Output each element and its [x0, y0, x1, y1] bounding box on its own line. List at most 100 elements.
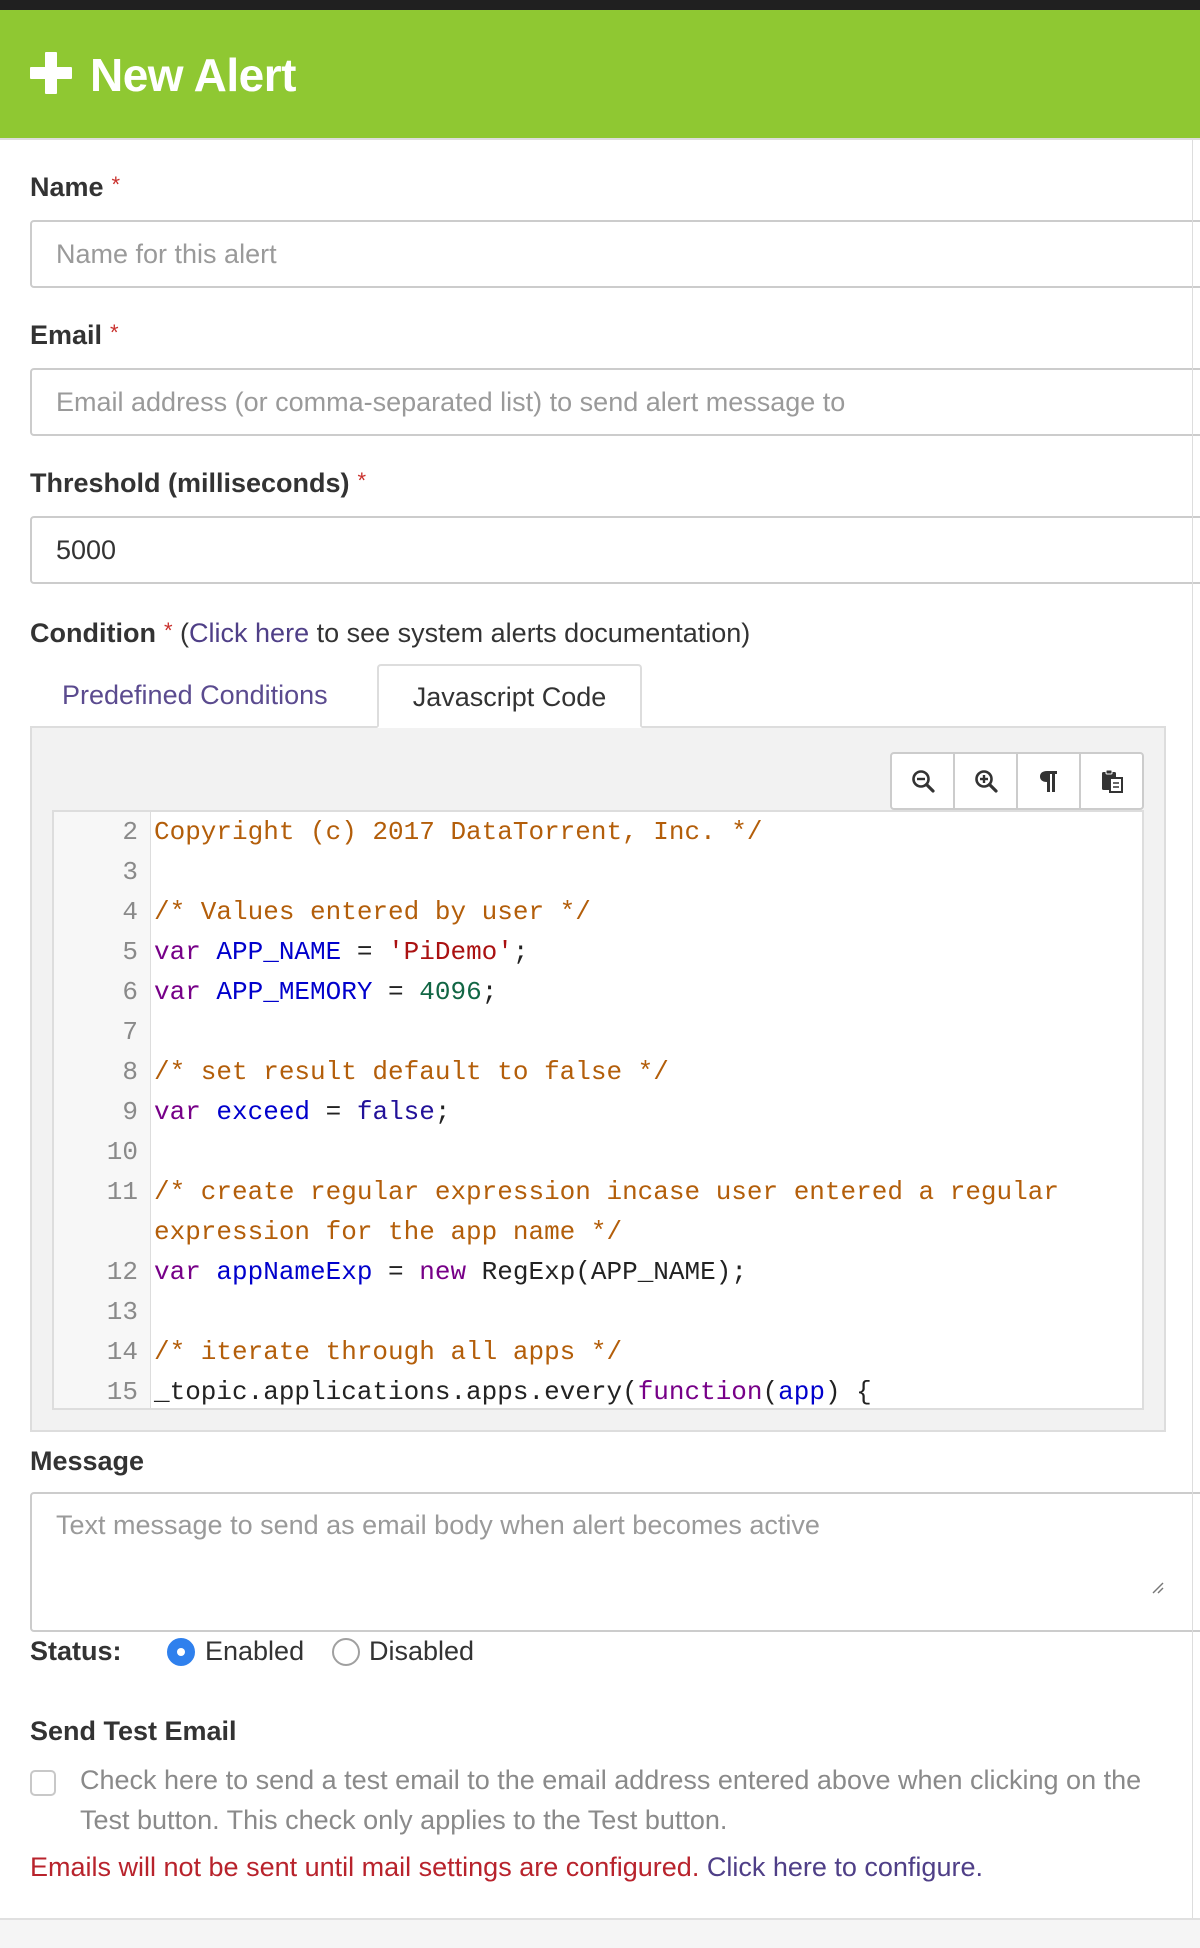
line-number: 13	[106, 1297, 138, 1327]
code-token: /* set result default to false */	[154, 1057, 669, 1087]
code-line: 7	[54, 1012, 1142, 1052]
code-token: var	[154, 1257, 201, 1287]
line-number: 12	[106, 1257, 138, 1287]
code-text: var appNameExp = new RegExp(APP_NAME);	[154, 1252, 747, 1292]
code-token: =	[372, 977, 420, 1007]
pilcrow-icon	[1039, 771, 1057, 792]
send-test-email-checkbox[interactable]	[30, 1770, 56, 1796]
condition-label: Condition * (Click here to see system ale…	[30, 618, 751, 648]
code-text: var APP_MEMORY = 4096;	[154, 972, 497, 1012]
code-line: expression for the app name */	[54, 1212, 1142, 1252]
code-line: 13	[54, 1292, 1142, 1332]
code-token: new	[419, 1257, 467, 1287]
code-line: 12 var appNameExp = new RegExp(APP_NAME);	[54, 1252, 1142, 1292]
code-line: 10	[54, 1132, 1142, 1172]
code-line: 11 /* create regular expression incase us…	[54, 1172, 1142, 1212]
line-number: 10	[106, 1137, 138, 1167]
code-text: var exceed = false;	[154, 1092, 450, 1132]
code-text: /* create regular expression incase user…	[154, 1172, 1059, 1212]
code-line: 2 Copyright (c) 2017 DataTorrent, Inc. */	[54, 812, 1142, 852]
code-token: ;	[434, 1097, 451, 1127]
line-number: 5	[122, 937, 138, 967]
code-line: 4 /* Values entered by user */	[54, 892, 1142, 932]
zoom-out-button[interactable]	[892, 754, 955, 808]
code-token: exceed	[216, 1097, 311, 1127]
code-line: 15 _topic.applications.apps.every(functio…	[54, 1372, 1142, 1408]
zoom-out-icon	[911, 770, 935, 793]
code-token: =	[341, 937, 389, 967]
code-editor[interactable]: 2 Copyright (c) 2017 DataTorrent, Inc. */…	[52, 810, 1144, 1410]
status-label: Status:	[30, 1636, 122, 1666]
line-number: 15	[106, 1377, 138, 1407]
code-token: var	[154, 977, 201, 1007]
code-token: var	[154, 937, 201, 967]
code-line: 8 /* set result default to false */	[54, 1052, 1142, 1092]
code-line: 3	[54, 852, 1142, 892]
code-token: /* Values entered by user */	[154, 897, 591, 927]
zoom-in-button[interactable]	[955, 754, 1018, 808]
email-label: Email *	[30, 320, 119, 350]
paste-button[interactable]	[1081, 754, 1142, 808]
required-marker: *	[357, 468, 367, 493]
message-textarea[interactable]	[30, 1492, 1200, 1632]
code-token: /* create regular expression incase user…	[154, 1177, 1059, 1207]
required-marker: *	[111, 172, 121, 197]
threshold-label: Threshold (milliseconds) *	[30, 468, 367, 498]
send-test-email-heading: Send Test Email	[30, 1716, 237, 1746]
code-text: var APP_NAME = 'PiDemo';	[154, 932, 529, 972]
line-number: 6	[122, 977, 138, 1007]
code-token: /* iterate through all apps */	[154, 1337, 623, 1367]
code-token: ;	[512, 937, 529, 967]
code-token: app	[778, 1377, 825, 1407]
radio-disabled[interactable]	[332, 1638, 360, 1666]
name-label: Name *	[30, 172, 121, 202]
line-number: 14	[106, 1337, 138, 1367]
name-input[interactable]	[30, 220, 1200, 288]
code-token: APP_NAME	[216, 937, 342, 967]
code-line: 6 var APP_MEMORY = 4096;	[54, 972, 1142, 1012]
radio-enabled[interactable]	[167, 1638, 195, 1666]
code-token: function	[637, 1377, 763, 1407]
code-token: APP_MEMORY	[216, 977, 373, 1007]
configure-mail-link[interactable]: Click here to configure.	[707, 1852, 983, 1882]
code-token: false	[356, 1097, 435, 1127]
radio-enabled-label[interactable]: Enabled	[205, 1636, 304, 1667]
code-token: expression for the app name */	[154, 1217, 623, 1247]
code-line: 14 /* iterate through all apps */	[54, 1332, 1142, 1372]
code-text: /* set result default to false */	[154, 1052, 669, 1092]
line-number: 7	[122, 1017, 138, 1047]
code-token: ) {	[824, 1377, 872, 1407]
panel-right-border	[1192, 140, 1193, 1930]
send-test-email-description: Check here to send a test email to the e…	[80, 1765, 1142, 1835]
code-line: 5 var APP_NAME = 'PiDemo';	[54, 932, 1142, 972]
code-token: 4096	[419, 977, 482, 1007]
code-text: /* iterate through all apps */	[154, 1332, 622, 1372]
line-number: 8	[122, 1057, 138, 1087]
code-token: 'PiDemo'	[388, 937, 513, 967]
top-dark-strip	[0, 0, 1200, 10]
code-token: appNameExp	[216, 1257, 373, 1287]
docs-link[interactable]: Click here	[189, 618, 309, 648]
code-token: var	[154, 1097, 201, 1127]
email-input[interactable]	[30, 368, 1200, 436]
footer-strip	[0, 1920, 1200, 1948]
code-text: Copyright (c) 2017 DataTorrent, Inc. */	[154, 812, 763, 852]
code-token: RegExp(APP_NAME);	[466, 1257, 747, 1287]
modal-title: New Alert	[90, 49, 296, 101]
line-number: 3	[122, 857, 138, 887]
modal-header: New Alert	[0, 10, 1200, 140]
code-text: expression for the app name */	[154, 1212, 622, 1252]
code-token: =	[310, 1097, 357, 1127]
tab-predefined-conditions[interactable]: Predefined Conditions	[40, 664, 350, 726]
line-number: 11	[106, 1177, 138, 1207]
toggle-whitespace-button[interactable]	[1018, 754, 1081, 808]
message-label: Message	[30, 1446, 145, 1476]
radio-disabled-label[interactable]: Disabled	[369, 1636, 474, 1667]
required-marker: *	[110, 320, 119, 345]
code-line: 9 var exceed = false;	[54, 1092, 1142, 1132]
threshold-input[interactable]	[30, 516, 1200, 584]
resize-grip-icon[interactable]	[1150, 1580, 1164, 1594]
tab-javascript-code[interactable]: Javascript Code	[377, 664, 642, 728]
